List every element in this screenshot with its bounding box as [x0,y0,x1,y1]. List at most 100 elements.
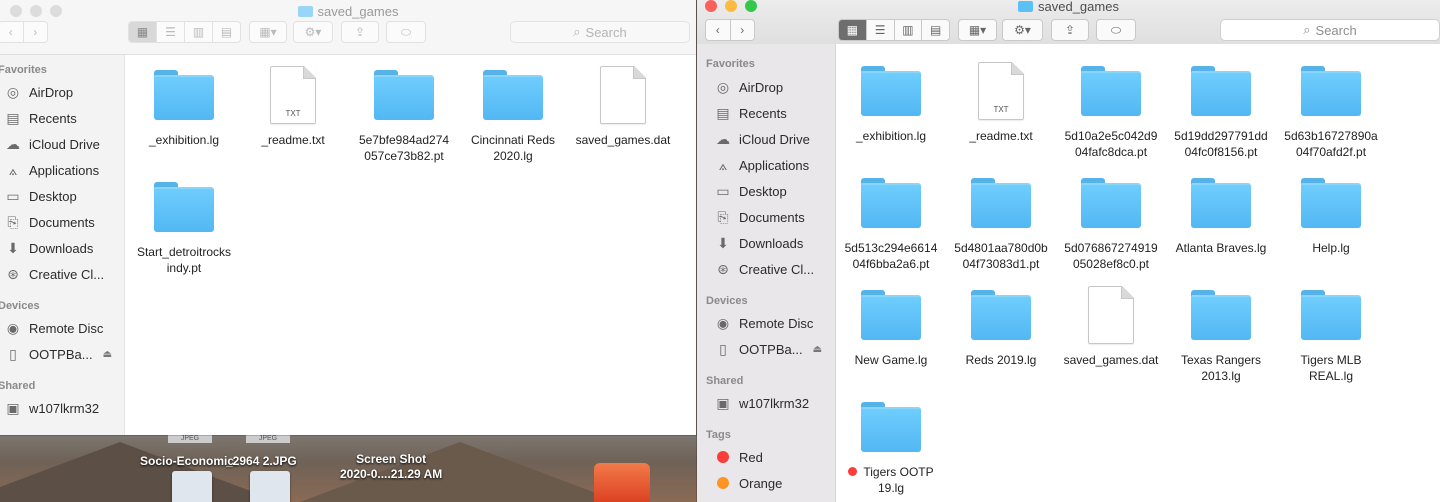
folder-item[interactable]: 5d076867274919 05028ef8c0.pt [1056,178,1166,272]
folder-item[interactable]: _exhibition.lg [129,70,239,148]
desktop-screenshot-label[interactable]: Screen Shot 2020-0....21.29 AM [340,452,442,482]
sidebar-item-label: Creative Cl... [29,266,105,282]
jpeg-tag: JPEG [168,435,212,443]
folder-item[interactable]: Reds 2019.lg [946,290,1056,368]
desktop-image-file[interactable] [250,471,290,502]
sidebar-item-downloads[interactable]: ⬇ Downloads [5,237,93,259]
folder-item[interactable]: Start_detroitrocks indy.pt [129,182,239,276]
action-gear-button[interactable]: ⚙▾ [1002,19,1043,41]
document-icon [1088,286,1134,344]
folder-item[interactable]: Tigers OOTP 19.lg [836,402,946,496]
sidebar-item-desktop[interactable]: ▭ Desktop [715,180,786,202]
icon-view-icon[interactable]: ▦ [129,22,157,42]
file-item[interactable]: saved_games.dat [568,66,678,148]
file-item[interactable]: saved_games.dat [1056,286,1166,368]
search-field[interactable]: ⌕ Search [510,21,690,43]
eject-icon[interactable]: ⏏ [813,344,822,355]
group-by-button[interactable]: ▦▾ [958,19,997,41]
sidebar-item-recents[interactable]: ▤ Recents [5,107,76,129]
sidebar-item-recents[interactable]: ▤ Recents [715,102,786,124]
sidebar: Favorites ◎ AirDrop ▤ Recents ☁ iCloud Driv… [0,55,125,435]
forward-arrow-icon[interactable]: › [731,20,755,40]
finder-window-active[interactable]: saved_games ‹ › ▦ ☰ ▥ ▤ ▦▾ ⚙▾ ⇪ ⬭ ⌕ Searc… [697,0,1440,502]
sidebar-item-w107lkrm32[interactable]: ▣ w107lkrm32 [715,392,809,414]
sidebar-item-desktop[interactable]: ▭ Desktop [5,185,76,207]
folder-item[interactable]: Cincinnati Reds 2020.lg [458,70,568,164]
desktop-app-icon[interactable] [594,463,650,502]
folder-item[interactable]: Texas Rangers 2013.lg [1166,290,1276,384]
folder-item[interactable]: 5d63b16727890a 04f70afd2f.pt [1276,66,1386,160]
file-label: 5d076867274919 05028ef8c0.pt [1064,241,1158,271]
eject-icon[interactable]: ⏏ [103,349,112,360]
tag-button[interactable]: ⬭ [386,21,426,43]
file-label: 5d19dd297791dd 04fc0f8156.pt [1174,129,1268,159]
sidebar-item-applications[interactable]: ⟑ Applications [5,159,99,181]
sidebar-tag-orange[interactable]: Orange [715,472,782,494]
sidebar-item-ootpba[interactable]: ▯ OOTPBa... ⏏ [5,343,112,365]
sidebar-item-creative-cloud[interactable]: ⊛ Creative Cl... [715,258,814,280]
sidebar-tag-red[interactable]: Red [715,446,763,468]
sidebar-item-w107lkrm32[interactable]: ▣ w107lkrm32 [5,397,99,419]
sidebar-item-creative-cloud[interactable]: ⊛ Creative Cl... [5,263,104,285]
finder-window-background[interactable]: saved_games ‹ › ▦ ☰ ▥ ▤ ▦▾ ⚙▾ ⇪ ⬭ ⌕ Searc… [0,0,696,435]
back-arrow-icon[interactable]: ‹ [0,22,24,42]
folder-item[interactable]: 5d4801aa780d0b 04f73083d1.pt [946,178,1056,272]
sidebar-item-remote-disc[interactable]: ◉ Remote Disc [715,312,814,334]
title-bar[interactable]: saved_games ‹ › ▦ ☰ ▥ ▤ ▦▾ ⚙▾ ⇪ ⬭ ⌕ Searc… [0,0,696,55]
sidebar-item-airdrop[interactable]: ◎ AirDrop [5,81,73,103]
desktop-file-label[interactable]: _2964 2.JPG [226,454,297,469]
desktop-file-label[interactable]: Socio-Economic [140,454,234,469]
back-arrow-icon[interactable]: ‹ [706,20,731,40]
sidebar-item-label: Documents [739,209,805,225]
cloud-icon: ☁ [6,135,20,152]
sidebar-item-label: Orange [739,475,783,491]
sidebar-item-documents[interactable]: ⎘ Documents [715,206,805,228]
forward-arrow-icon[interactable]: › [24,22,48,42]
downloads-icon: ⬇ [717,234,729,251]
sidebar-section-favorites: Favorites [0,64,47,76]
folder-item[interactable]: New Game.lg [836,290,946,368]
text-document-icon: TXT [270,66,316,124]
window-title: saved_games [0,5,696,19]
share-button[interactable]: ⇪ [341,21,379,43]
sidebar-item-applications[interactable]: ⟑ Applications [715,154,809,176]
file-item[interactable]: TXT _readme.txt [946,62,1056,144]
list-view-icon[interactable]: ☰ [867,20,895,40]
folder-item[interactable]: 5d10a2e5c042d9 04fafc8dca.pt [1056,66,1166,160]
sidebar-section-shared: Shared [0,380,36,392]
folder-item[interactable]: 5e7bfe984ad274 057ce73b82.pt [349,70,459,164]
file-label: _readme.txt [969,129,1033,143]
list-view-icon[interactable]: ☰ [157,22,185,42]
sidebar-item-documents[interactable]: ⎘ Documents [5,211,94,233]
file-label: 5d513c294e6614 04f6bba2a6.pt [844,241,938,271]
icon-view-icon[interactable]: ▦ [839,20,867,40]
documents-icon: ⎘ [7,213,19,230]
sidebar-item-airdrop[interactable]: ◎ AirDrop [715,76,783,98]
sidebar-item-downloads[interactable]: ⬇ Downloads [715,232,803,254]
sidebar-item-label: OOTPBa... [739,341,803,357]
gallery-view-icon[interactable]: ▤ [213,22,240,42]
folder-item[interactable]: Atlanta Braves.lg [1166,178,1276,256]
folder-item[interactable]: Help.lg [1276,178,1386,256]
sidebar-item-ootpba[interactable]: ▯ OOTPBa... ⏏ [715,338,822,360]
sidebar-item-icloud-drive[interactable]: ☁ iCloud Drive [5,133,100,155]
folder-item[interactable]: 5d19dd297791dd 04fc0f8156.pt [1166,66,1276,160]
drive-icon: ▯ [9,345,17,362]
sidebar-section-devices: Devices [706,295,748,307]
folder-item[interactable]: Tigers MLB REAL.lg [1276,290,1386,384]
gallery-view-icon[interactable]: ▤ [922,20,949,40]
file-item[interactable]: TXT _readme.txt [238,66,348,148]
sidebar-item-icloud-drive[interactable]: ☁ iCloud Drive [715,128,810,150]
search-field[interactable]: ⌕ Search [1220,19,1440,41]
folder-item[interactable]: _exhibition.lg [836,66,946,144]
tag-button[interactable]: ⬭ [1096,19,1136,41]
folder-item[interactable]: 5d513c294e6614 04f6bba2a6.pt [836,178,946,272]
share-button[interactable]: ⇪ [1051,19,1089,41]
airdrop-icon: ◎ [716,78,730,95]
group-by-button[interactable]: ▦▾ [249,21,287,43]
action-gear-button[interactable]: ⚙▾ [293,21,333,43]
column-view-icon[interactable]: ▥ [185,22,213,42]
column-view-icon[interactable]: ▥ [895,20,923,40]
desktop-image-file[interactable] [172,471,212,502]
sidebar-item-remote-disc[interactable]: ◉ Remote Disc [5,317,104,339]
